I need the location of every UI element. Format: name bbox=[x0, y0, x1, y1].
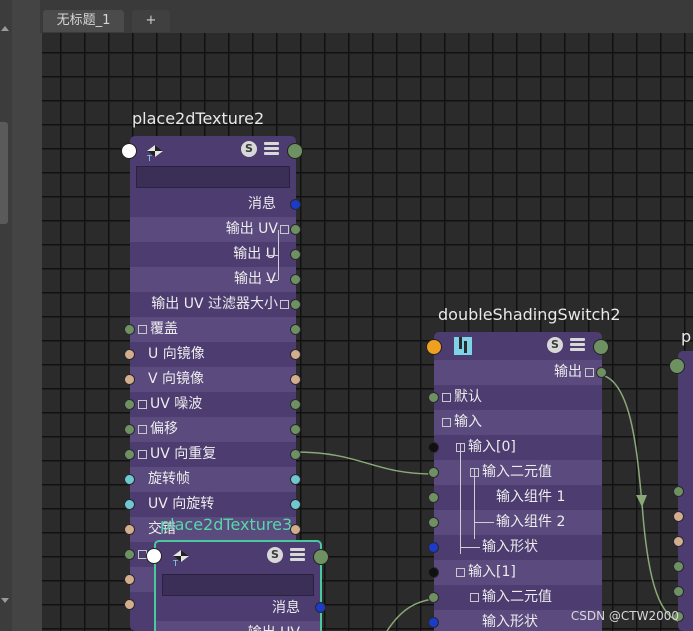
node1-output-attr-port[interactable] bbox=[290, 249, 301, 260]
node1-input-attr-port[interactable] bbox=[124, 449, 135, 460]
node3-row-output-uv: 输出 UV bbox=[156, 621, 320, 631]
node1-output-attr-port[interactable] bbox=[290, 324, 301, 335]
node1-input-attr-port[interactable] bbox=[124, 374, 135, 385]
node1-output-attr-port[interactable] bbox=[290, 274, 301, 285]
node1-input-attr-port[interactable] bbox=[124, 324, 135, 335]
node3-s-icon[interactable]: S bbox=[267, 547, 283, 563]
node1-input-attr-port[interactable] bbox=[124, 399, 135, 410]
node2-input-attr-port[interactable] bbox=[428, 542, 439, 553]
node3-output-port[interactable] bbox=[313, 549, 329, 565]
node1-output-attr-port[interactable] bbox=[290, 424, 301, 435]
node1-output-attr-port[interactable] bbox=[290, 199, 301, 210]
scroll-thumb[interactable] bbox=[0, 122, 8, 224]
node1-output-attr-port[interactable] bbox=[290, 474, 301, 485]
node1-input-attr-port[interactable] bbox=[124, 574, 135, 585]
svg-text:T: T bbox=[172, 559, 178, 566]
tab-untitled-1[interactable]: 无标题_1 bbox=[43, 10, 124, 32]
node1-output-attr-port[interactable] bbox=[290, 399, 301, 410]
add-tab-button[interactable]: + bbox=[132, 10, 170, 32]
node3-row-message: 消息 bbox=[272, 600, 300, 616]
node2-input-attr-port[interactable] bbox=[428, 567, 439, 578]
node1-output-attr-port[interactable] bbox=[290, 499, 301, 510]
node2-input-attr-port[interactable] bbox=[428, 467, 439, 478]
node1-input-attr-port[interactable] bbox=[124, 349, 135, 360]
node1-input-attr-port[interactable] bbox=[124, 524, 135, 535]
node2-input-attr-port[interactable] bbox=[428, 517, 439, 528]
node2-input-attr-port[interactable] bbox=[428, 492, 439, 503]
node2-input-attr-port[interactable] bbox=[428, 592, 439, 603]
node3-menu-icon[interactable] bbox=[290, 548, 305, 562]
node2-input-attr-port[interactable] bbox=[428, 617, 439, 628]
node3-message-port[interactable] bbox=[315, 602, 326, 613]
node1-output-attr-port[interactable] bbox=[290, 299, 301, 310]
node1-input-attr-port[interactable] bbox=[124, 599, 135, 610]
node2-output-attr-port[interactable] bbox=[596, 367, 607, 378]
tab-bar: 无标题_1 + bbox=[40, 0, 693, 33]
node1-output-attr-port[interactable] bbox=[290, 374, 301, 385]
connection-lines bbox=[294, 374, 679, 631]
node1-input-attr-port[interactable] bbox=[124, 424, 135, 435]
node1-input-attr-port[interactable] bbox=[124, 499, 135, 510]
node1-output-attr-port[interactable] bbox=[290, 349, 301, 360]
node3-input-port[interactable] bbox=[146, 548, 162, 564]
node3-filter-field[interactable] bbox=[162, 574, 314, 596]
node2-input-attr-port[interactable] bbox=[428, 392, 439, 403]
node1-output-attr-port[interactable] bbox=[290, 224, 301, 235]
node1-input-attr-port[interactable] bbox=[124, 474, 135, 485]
node1-input-attr-port[interactable] bbox=[124, 549, 135, 560]
scroll-down-arrow-icon[interactable] bbox=[1, 598, 9, 603]
scroll-up-arrow-icon[interactable] bbox=[1, 26, 9, 31]
watermark: CSDN @CTW2000 bbox=[570, 609, 679, 623]
node-title-place2dtexture3: place2dTexture3 bbox=[160, 515, 293, 534]
left-scrollbar[interactable] bbox=[0, 0, 12, 631]
node1-output-attr-port[interactable] bbox=[290, 524, 301, 535]
texture-placement-icon: T bbox=[170, 548, 192, 568]
node-editor-canvas[interactable]: place2dTexture2 消息 输出 UV 输出 U 输出 V 输出 UV 过滤器… bbox=[42, 33, 693, 631]
node1-output-attr-port[interactable] bbox=[290, 449, 301, 460]
node2-input-attr-port[interactable] bbox=[428, 442, 439, 453]
